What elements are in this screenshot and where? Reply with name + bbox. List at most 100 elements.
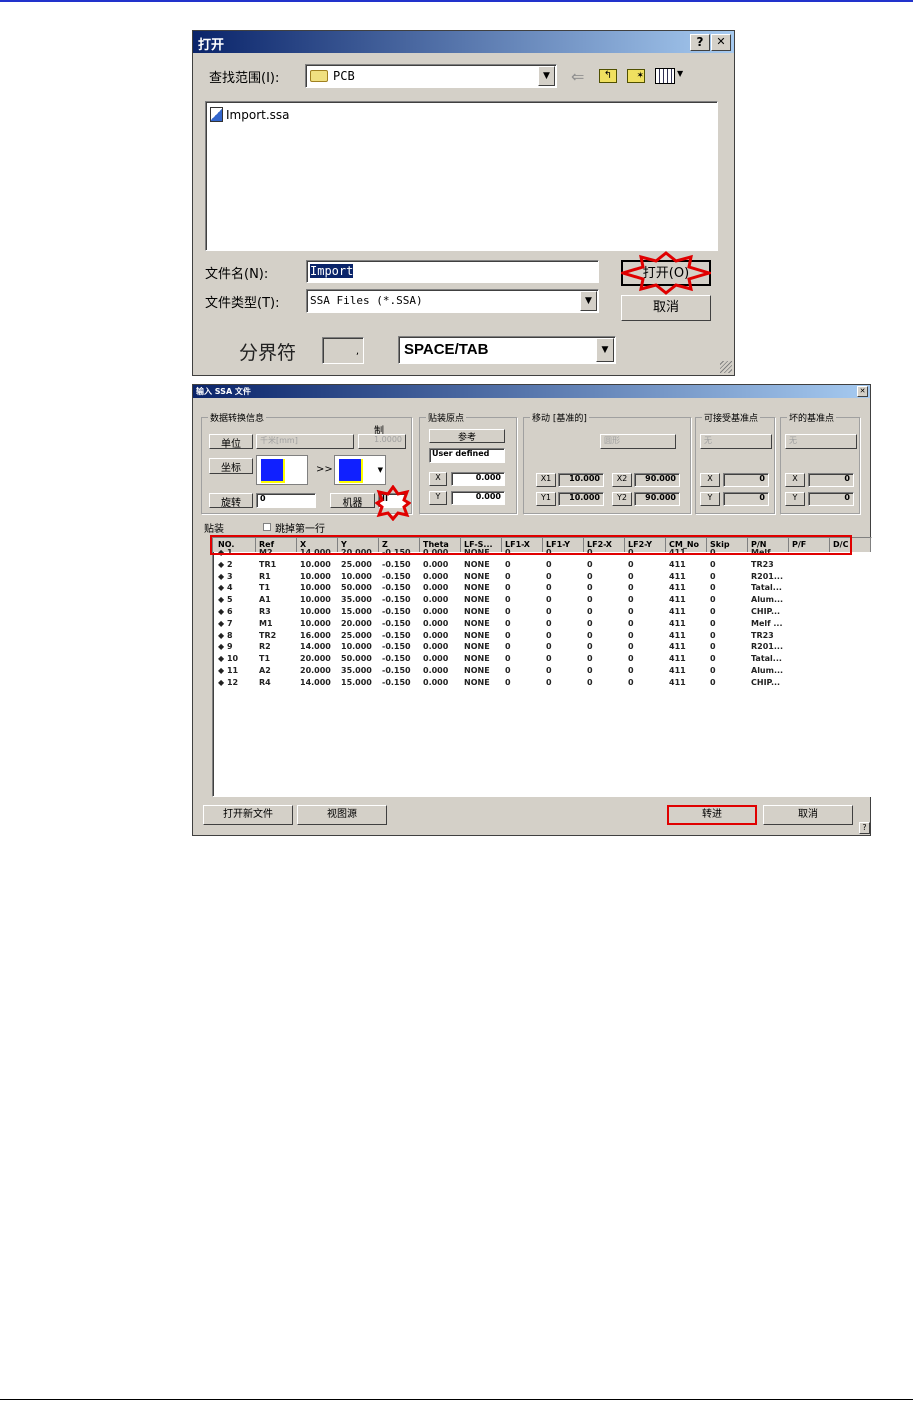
table-cell: 0 [628, 559, 634, 569]
target-coord-dropdown[interactable]: ▼ [334, 455, 386, 485]
table-row[interactable]: ◆ 9 R2 14.000 10.000 -0.150 0.000 NONE 0 0 0 0 411 0… [213, 642, 853, 654]
help-button[interactable]: ? [859, 822, 870, 834]
x2-label: X2 [612, 473, 632, 487]
table-cell: Alum... [751, 595, 784, 605]
table-cell: Tatal... [751, 583, 782, 593]
table-cell: -0.150 [382, 666, 411, 675]
page-top-rule [0, 0, 913, 2]
table-cell: 20.000 [300, 654, 331, 664]
table-cell: -0.150 [382, 607, 411, 616]
table-cell: 10.000 [300, 571, 331, 581]
table-row[interactable]: ◆ 4 T1 10.000 50.000 -0.150 0.000 NONE 0 0 0 0 411 0… [213, 583, 853, 595]
back-arrow-icon[interactable]: ⇐ [571, 67, 584, 86]
origin-y-label: Y [429, 491, 447, 505]
origin-mode-dropdown[interactable]: User defined [429, 448, 505, 463]
y1-input[interactable]: 10.000 [558, 492, 604, 506]
bad-y-input[interactable]: 0 [808, 492, 854, 506]
table-cell: 0 [628, 630, 634, 640]
accept-x-input[interactable]: 0 [723, 473, 769, 487]
table-cell: 0 [505, 630, 511, 640]
table-cell: 0 [546, 654, 552, 664]
origin-x-input[interactable]: 0.000 [451, 472, 505, 486]
table-cell: 0 [628, 666, 634, 675]
cancel-button[interactable]: 取消 [763, 805, 853, 825]
shape-dropdown[interactable]: 圆形 [600, 434, 676, 449]
table-cell: 0 [628, 607, 634, 616]
skip-first-row-checkbox[interactable] [263, 523, 271, 531]
new-folder-icon[interactable]: ✶ [627, 69, 645, 83]
table-cell: 411 [669, 666, 686, 675]
look-in-dropdown[interactable]: PCB ▼ [305, 64, 557, 88]
scale-input[interactable]: 1.0000 [358, 434, 406, 449]
file-list[interactable]: Import.ssa [205, 101, 718, 251]
table-row[interactable]: ◆ 8 TR2 16.000 25.000 -0.150 0.000 NONE 0 0 0 0 411… [213, 631, 853, 643]
filetype-dropdown[interactable]: SSA Files (*.SSA) ▼ [306, 289, 599, 313]
table-cell: 0 [505, 583, 511, 593]
import-button[interactable]: 转进 [667, 805, 757, 825]
table-cell: 0 [587, 618, 593, 628]
accept-fiducial-dropdown[interactable]: 无 [700, 434, 772, 449]
table-cell: -0.150 [382, 559, 411, 569]
y2-input[interactable]: 90.000 [634, 492, 680, 506]
x2-input[interactable]: 90.000 [634, 473, 680, 487]
placement-table[interactable]: NO. Ref X Y Z Theta LF-S... LF1-X LF1-Y LF2-X LF2-… [212, 537, 872, 797]
x1-input[interactable]: 10.000 [558, 473, 604, 487]
table-cell: 0 [505, 666, 511, 675]
table-cell: 14.000 [300, 677, 331, 687]
table-cell: ◆ 12 [218, 677, 239, 687]
table-row[interactable]: ◆ 2 TR1 10.000 25.000 -0.150 0.000 NONE 0 0 0 0 411… [213, 560, 853, 572]
table-cell: ◆ 5 [218, 595, 233, 605]
help-button[interactable]: ? [690, 34, 710, 51]
table-cell: 25.000 [341, 630, 372, 640]
table-cell: 411 [669, 571, 686, 581]
table-cell: 0.000 [423, 654, 449, 664]
view-source-button[interactable]: 视图源 [297, 805, 387, 825]
accept-y-input[interactable]: 0 [723, 492, 769, 506]
table-cell: NONE [464, 607, 490, 616]
unit-dropdown[interactable]: 千米[mm] [256, 434, 354, 449]
bad-x-input[interactable]: 0 [808, 473, 854, 487]
table-cell: 0 [710, 630, 716, 640]
file-item[interactable]: Import.ssa [210, 107, 290, 122]
table-cell: 0 [587, 607, 593, 616]
table-cell: 0 [710, 607, 716, 616]
delimiter-char-input[interactable]: , [322, 337, 364, 364]
group-title: 数据转换信息 [208, 411, 267, 424]
origin-y-input[interactable]: 0.000 [451, 491, 505, 505]
table-row[interactable]: ◆ 11 A2 20.000 35.000 -0.150 0.000 NONE 0 0 0 0 411… [213, 666, 853, 678]
close-button[interactable]: ✕ [857, 386, 868, 397]
table-row[interactable]: ◆ 10 T1 20.000 50.000 -0.150 0.000 NONE 0 0 0 0 411… [213, 654, 853, 666]
bad-fiducial-dropdown[interactable]: 无 [785, 434, 857, 449]
view-menu-icon[interactable] [655, 68, 675, 84]
table-cell: 0 [505, 618, 511, 628]
reference-button[interactable]: 参考 [429, 429, 505, 443]
table-cell: R201... [751, 642, 783, 652]
chevron-down-icon[interactable]: ▼ [677, 69, 683, 78]
resize-grip-icon[interactable] [720, 361, 732, 373]
cancel-button[interactable]: 取消 [621, 295, 711, 321]
up-folder-icon[interactable]: ↰ [599, 69, 617, 83]
table-row[interactable]: ◆ 12 R4 14.000 15.000 -0.150 0.000 NONE 0 0 0 0 411… [213, 678, 853, 690]
chevron-down-icon[interactable]: ▼ [596, 338, 614, 362]
open-new-file-button[interactable]: 打开新文件 [203, 805, 293, 825]
filename-input[interactable]: Import [306, 260, 599, 283]
chevron-down-icon[interactable]: ▼ [538, 66, 555, 86]
table-row[interactable]: ◆ 3 R1 10.000 10.000 -0.150 0.000 NONE 0 0 0 0 411 0… [213, 572, 853, 584]
source-coord-dropdown[interactable] [256, 455, 308, 485]
table-cell: CHIP... [751, 677, 781, 687]
table-row[interactable]: ◆ 7 M1 10.000 20.000 -0.150 0.000 NONE 0 0 0 0 411 0… [213, 619, 853, 631]
close-button[interactable]: ✕ [711, 34, 731, 51]
rotate-dropdown[interactable]: 0 [256, 493, 316, 508]
filetype-value: SSA Files (*.SSA) [310, 294, 423, 307]
table-cell: Alum... [751, 666, 784, 675]
table-row[interactable]: ◆ 5 A1 10.000 35.000 -0.150 0.000 NONE 0 0 0 0 411 0… [213, 595, 853, 607]
table-cell: 0 [505, 677, 511, 687]
table-cell: 0 [546, 571, 552, 581]
table-cell: TR2 [259, 630, 277, 640]
delimiter-dropdown[interactable]: SPACE/TAB ▼ [398, 336, 616, 364]
table-cell: 0.000 [423, 595, 449, 605]
chevron-down-icon[interactable]: ▼ [580, 291, 597, 311]
rotate-label: 旋转 [209, 493, 253, 509]
table-row[interactable]: ◆ 6 R3 10.000 15.000 -0.150 0.000 NONE 0 0 0 0 411 0… [213, 607, 853, 619]
table-cell: ◆ 6 [218, 607, 233, 616]
